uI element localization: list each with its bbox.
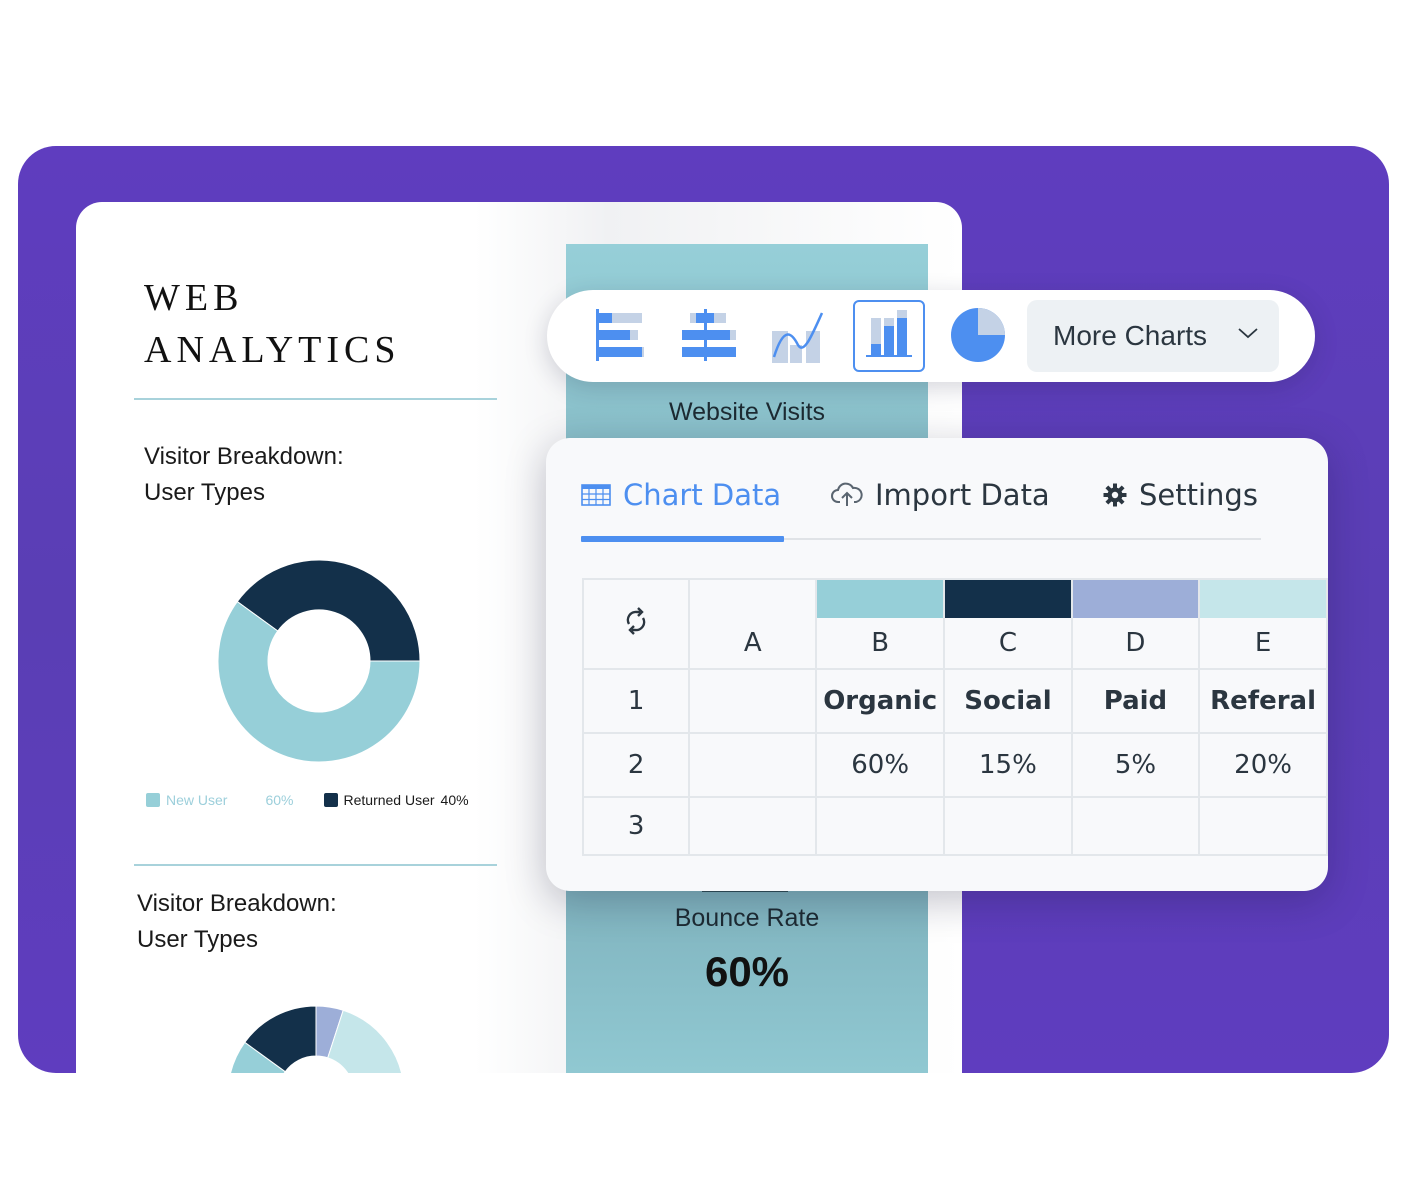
title-line-1: WEB — [144, 277, 244, 319]
bounce-rate-label: Bounce Rate — [674, 904, 820, 932]
document-title: WEB ANALYTICS — [144, 272, 401, 376]
table-cell[interactable]: 20% — [1198, 732, 1328, 798]
user-types-donut-chart[interactable] — [216, 558, 422, 764]
column-header-row: A B C D E — [581, 578, 1328, 670]
table-icon — [581, 484, 611, 506]
heading-line-2: User Types — [137, 926, 258, 953]
chart-type-horizontal-bar-button[interactable] — [581, 300, 651, 370]
chart-type-column-button[interactable] — [853, 300, 925, 372]
heading-line-1: Visitor Breakdown: — [137, 890, 337, 917]
panel-tabs: Chart Data Import Data Settings — [581, 470, 1261, 542]
table-cell[interactable] — [688, 796, 818, 856]
refresh-icon — [626, 606, 646, 635]
series-color-swatch[interactable] — [1200, 580, 1326, 618]
horizontal-stacked-bar-icon — [596, 309, 644, 361]
column-letter: A — [743, 628, 762, 658]
pie-chart-icon — [951, 308, 1005, 362]
table-cell[interactable]: Paid — [1070, 668, 1201, 734]
table-cell[interactable] — [1070, 796, 1201, 856]
row-number: 3 — [581, 796, 691, 856]
line-chart-icon — [772, 312, 824, 363]
tab-label: Import Data — [875, 478, 1050, 512]
series-color-swatch[interactable] — [817, 580, 944, 618]
donut-legend: New User 60% Returned User 40% — [146, 792, 469, 808]
chart-type-line-button[interactable] — [761, 300, 831, 370]
tab-label: Chart Data — [623, 478, 782, 512]
heading-line-1: Visitor Breakdown: — [144, 443, 344, 470]
title-line-2: ANALYTICS — [144, 329, 401, 371]
column-letter: E — [1254, 628, 1272, 658]
legend-label-new-user: New User — [166, 792, 228, 808]
data-grid: A B C D E 1 Organic Social Paid Referal … — [581, 578, 1328, 856]
column-header-b[interactable]: B — [815, 578, 946, 670]
traffic-sources-donut-chart[interactable] — [226, 1004, 406, 1073]
table-cell[interactable] — [815, 796, 946, 856]
row-number: 1 — [581, 668, 691, 734]
table-row: 2 60% 15% 5% 20% — [581, 732, 1328, 798]
chart-type-toolbar: More Charts — [547, 290, 1315, 382]
column-letter: B — [871, 628, 890, 658]
section-heading: Visitor Breakdown: User Types — [144, 439, 344, 511]
bounce-rate-value: 60% — [704, 948, 790, 995]
tab-settings[interactable]: Settings — [1103, 470, 1258, 520]
more-charts-dropdown[interactable]: More Charts — [1027, 300, 1279, 372]
table-cell[interactable] — [688, 732, 818, 798]
tab-import-data[interactable]: Import Data — [831, 470, 1050, 520]
tab-chart-data[interactable]: Chart Data — [581, 470, 781, 520]
column-header-a[interactable]: A — [688, 578, 818, 670]
active-tab-indicator — [581, 536, 784, 542]
table-cell[interactable] — [688, 668, 818, 734]
legend-value-new-user: 60% — [265, 792, 294, 808]
table-cell[interactable]: Organic — [815, 668, 946, 734]
table-cell[interactable] — [943, 796, 1073, 856]
row-number: 2 — [581, 732, 691, 798]
table-row: 1 Organic Social Paid Referal — [581, 668, 1328, 734]
section-heading: Visitor Breakdown: User Types — [137, 886, 337, 958]
column-header-e[interactable]: E — [1198, 578, 1328, 670]
table-cell[interactable]: 5% — [1070, 732, 1201, 798]
table-cell[interactable]: Social — [943, 668, 1073, 734]
gear-icon — [1103, 483, 1127, 507]
divider — [134, 864, 497, 866]
more-charts-label: More Charts — [1053, 320, 1208, 351]
column-letter: C — [998, 628, 1017, 658]
diverging-bar-icon — [682, 309, 736, 361]
table-cell[interactable]: Referal — [1198, 668, 1328, 734]
swap-rows-columns-button[interactable] — [581, 578, 691, 670]
chart-type-diverging-bar-button[interactable] — [671, 300, 741, 370]
chart-data-panel: Chart Data Import Data Settings A B C D … — [546, 438, 1328, 891]
tab-label: Settings — [1139, 478, 1258, 512]
heading-line-2: User Types — [144, 479, 265, 506]
table-row: 3 — [581, 796, 1328, 856]
series-color-swatch[interactable] — [945, 580, 1071, 618]
chevron-down-icon — [1238, 328, 1258, 339]
legend-value-returned-user: 40% — [440, 792, 469, 808]
column-header-c[interactable]: C — [943, 578, 1073, 670]
table-cell[interactable] — [1198, 796, 1328, 856]
table-cell[interactable]: 60% — [815, 732, 946, 798]
stacked-column-icon — [866, 310, 912, 357]
column-header-d[interactable]: D — [1070, 578, 1201, 670]
divider — [134, 398, 497, 400]
column-letter: D — [1125, 628, 1146, 658]
table-cell[interactable]: 15% — [943, 732, 1073, 798]
legend-label-returned-user: Returned User — [343, 792, 435, 808]
website-visits-label: Website Visits — [668, 398, 826, 426]
legend-swatch-returned-user — [323, 793, 338, 807]
legend-swatch-new-user — [146, 793, 160, 807]
cloud-upload-icon — [831, 482, 863, 508]
chart-type-pie-button[interactable] — [943, 300, 1013, 370]
series-color-swatch[interactable] — [1072, 580, 1199, 618]
